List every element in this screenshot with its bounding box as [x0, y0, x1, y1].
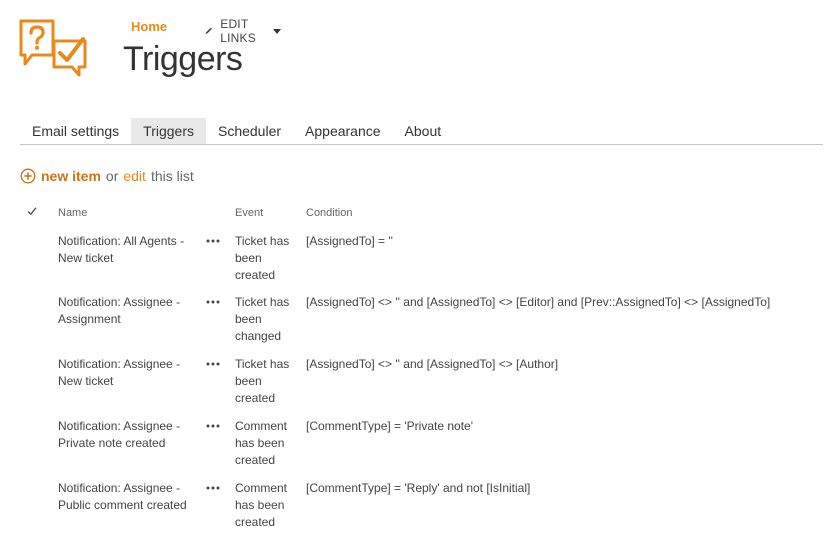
- ellipsis-icon[interactable]: [205, 359, 221, 369]
- row-name-link[interactable]: Notification: Assignee - Private note cr…: [58, 418, 198, 452]
- row-name-link[interactable]: Notification: All Agents - New ticket: [58, 233, 198, 267]
- row-condition: [AssignedTo] <> '' and [AssignedTo] <> […: [306, 357, 559, 371]
- table-row[interactable]: Notification: Assignee - Private note cr…: [0, 418, 824, 480]
- table-row[interactable]: Notification: All Agents - New ticket Ti…: [0, 233, 824, 295]
- tab-scheduler[interactable]: Scheduler: [206, 118, 293, 144]
- row-event: Ticket has been created: [235, 357, 290, 405]
- list-toolbar: new item or edit this list: [20, 168, 194, 184]
- table-row[interactable]: Notification: Assignee - Public comment …: [0, 480, 824, 540]
- ellipsis-icon[interactable]: [205, 236, 221, 246]
- column-header-name[interactable]: Name: [58, 207, 87, 219]
- row-condition: [AssignedTo] = '': [306, 234, 393, 248]
- tab-email-settings[interactable]: Email settings: [20, 118, 131, 144]
- table-row[interactable]: Notification: Assignee - New ticket Tick…: [0, 356, 824, 418]
- tab-bar: Email settings Triggers Scheduler Appear…: [20, 118, 823, 145]
- table-row[interactable]: Notification: Assignee - Assignment Tick…: [0, 294, 824, 356]
- row-name-link[interactable]: Notification: Assignee - Assignment: [58, 294, 198, 328]
- ellipsis-icon[interactable]: [205, 297, 221, 307]
- row-condition: [CommentType] = 'Private note': [306, 419, 473, 433]
- or-text: or: [105, 168, 119, 184]
- row-event: Ticket has been changed: [235, 295, 290, 343]
- home-link[interactable]: Home: [131, 19, 167, 34]
- row-condition: [AssignedTo] <> '' and [AssignedTo] <> […: [306, 295, 771, 309]
- caret-down-icon[interactable]: [272, 28, 281, 34]
- plus-circle-icon[interactable]: [20, 168, 36, 184]
- column-header-condition[interactable]: Condition: [306, 207, 352, 219]
- site-logo-icon[interactable]: [18, 17, 90, 79]
- top-nav: Home EDIT LINKS: [131, 16, 281, 45]
- ellipsis-icon[interactable]: [205, 483, 221, 493]
- row-condition: [CommentType] = 'Reply' and not [IsIniti…: [306, 481, 531, 495]
- ellipsis-icon[interactable]: [205, 421, 221, 431]
- row-name-link[interactable]: Notification: Assignee - New ticket: [58, 356, 198, 390]
- row-event: Ticket has been created: [235, 234, 290, 282]
- pencil-icon: [205, 27, 213, 35]
- new-item-link[interactable]: new item: [41, 168, 101, 184]
- row-name-link[interactable]: Notification: Assignee - Public comment …: [58, 480, 198, 514]
- this-list-text: this list: [150, 168, 194, 184]
- tab-appearance[interactable]: Appearance: [293, 118, 393, 144]
- column-header-event[interactable]: Event: [235, 207, 263, 219]
- row-event: Comment has been created: [235, 419, 288, 467]
- edit-list-link[interactable]: edit: [123, 168, 146, 184]
- select-all-checkmark-icon[interactable]: [26, 205, 38, 217]
- row-event: Comment has been created: [235, 481, 288, 529]
- tab-triggers[interactable]: Triggers: [131, 118, 206, 144]
- tab-about[interactable]: About: [393, 118, 454, 144]
- page-title: Triggers: [123, 40, 243, 78]
